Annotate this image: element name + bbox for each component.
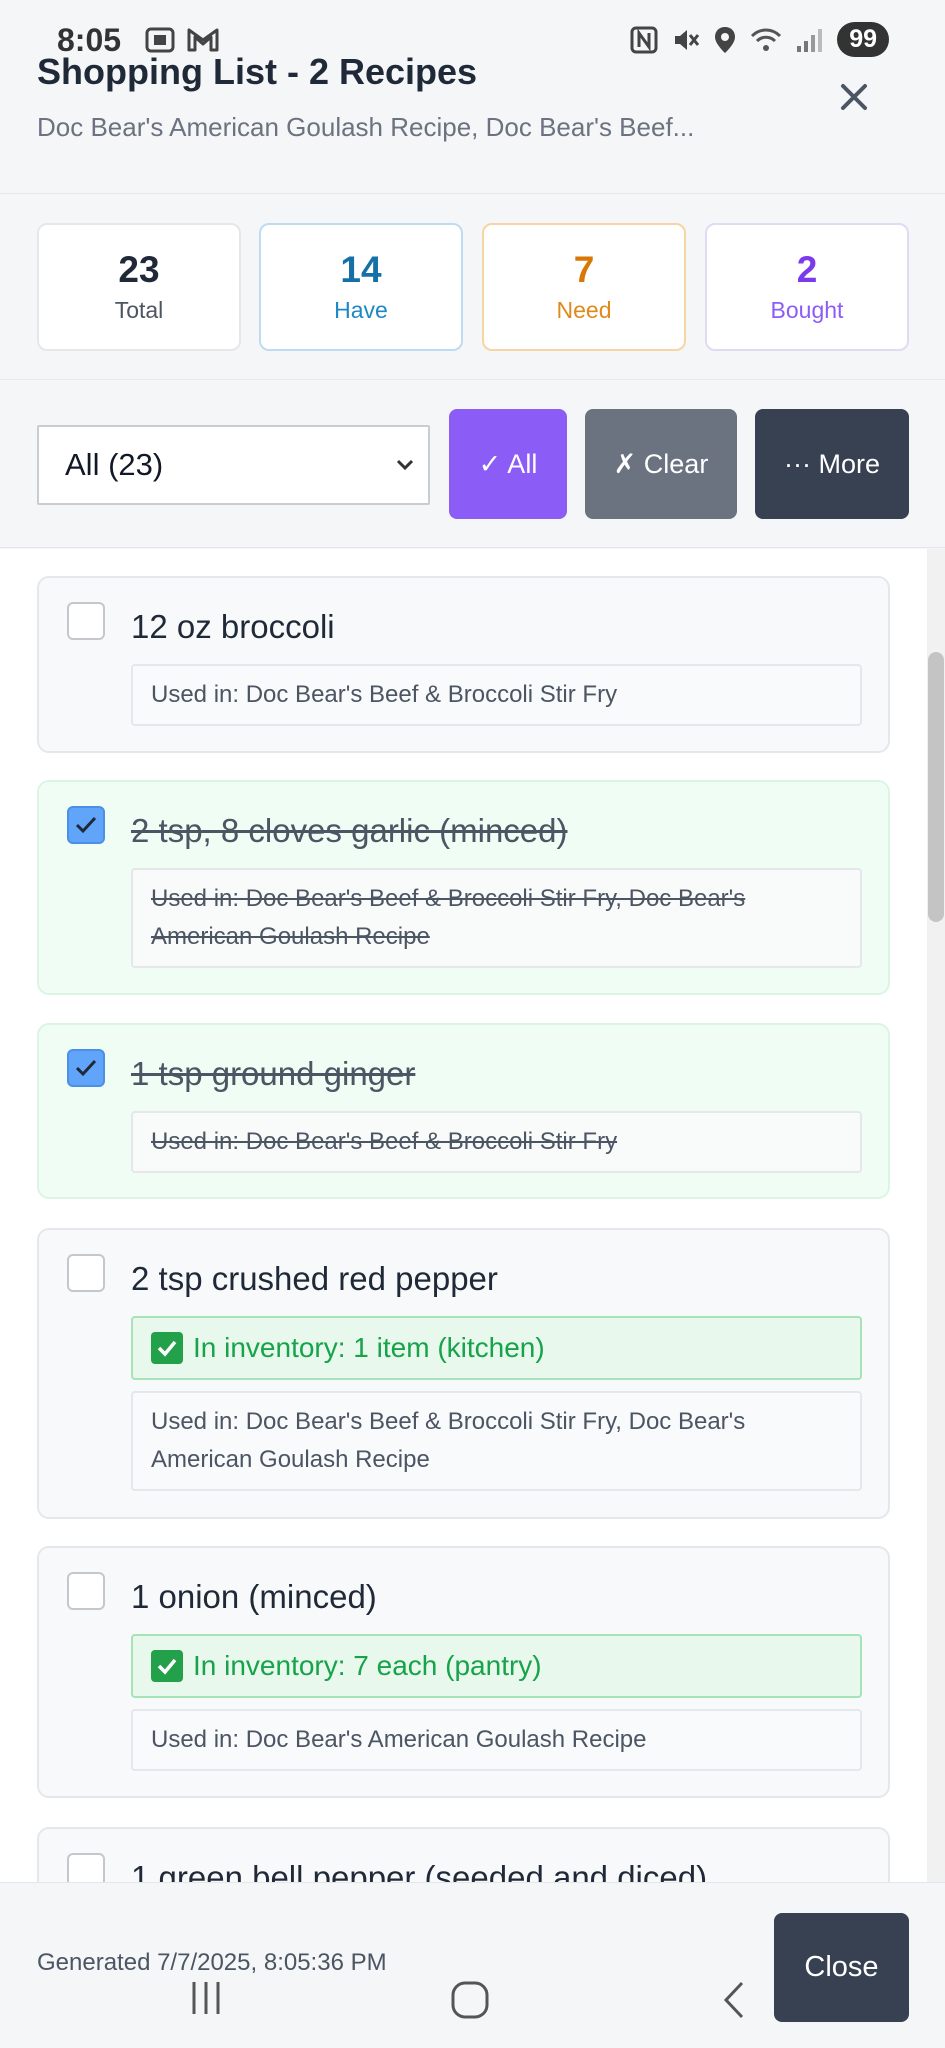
item-checkbox[interactable] — [67, 1853, 105, 1882]
filter-select[interactable]: All (23) — [37, 425, 430, 505]
item-checkbox[interactable] — [67, 1572, 105, 1610]
scrollbar-track[interactable] — [927, 549, 945, 1882]
item-used-in: Used in: Doc Bear's Beef & Broccoli Stir… — [131, 664, 862, 726]
stat-have-label: Have — [334, 297, 388, 323]
check-mark-icon — [151, 1332, 183, 1364]
item-name: 2 tsp crushed red pepper — [131, 1260, 498, 1297]
item-name: 1 green bell pepper (seeded and diced) — [131, 1859, 708, 1882]
stat-need: 7 Need — [482, 223, 686, 351]
list-item: 12 oz broccoli Used in: Doc Bear's Beef … — [37, 576, 890, 753]
shopping-list[interactable]: 12 oz broccoli Used in: Doc Bear's Beef … — [0, 549, 945, 1882]
stats-panel: 23 Total 14 Have 7 Need 2 Bought — [0, 195, 945, 380]
stat-need-value: 7 — [573, 249, 595, 290]
checkmark-icon — [75, 816, 97, 834]
item-name: 2 tsp, 8 cloves garlic (minced) — [131, 812, 568, 849]
item-name: 12 oz broccoli — [131, 608, 335, 645]
check-all-button[interactable]: ✓ All — [449, 409, 567, 519]
item-inventory-text: In inventory: 1 item (kitchen) — [193, 1332, 545, 1363]
checkmark-icon — [75, 1059, 97, 1077]
list-item: 1 onion (minced) In inventory: 7 each (p… — [37, 1546, 890, 1798]
stat-bought-label: Bought — [770, 297, 844, 323]
item-used-in: Used in: Doc Bear's American Goulash Rec… — [131, 1709, 862, 1771]
scrollbar-thumb[interactable] — [928, 652, 944, 922]
item-name: 1 onion (minced) — [131, 1578, 377, 1615]
list-item: 2 tsp crushed red pepper In inventory: 1… — [37, 1228, 890, 1519]
item-inventory-text: In inventory: 7 each (pantry) — [193, 1650, 542, 1681]
list-item: 1 tsp ground ginger Used in: Doc Bear's … — [37, 1023, 890, 1199]
item-checkbox[interactable] — [67, 1049, 105, 1087]
filter-select-value: All (23) — [65, 447, 164, 482]
item-used-in: Used in: Doc Bear's Beef & Broccoli Stir… — [131, 1391, 862, 1491]
modal-footer: Generated 7/7/2025, 8:05:36 PM Close — [0, 1882, 945, 2048]
stat-have: 14 Have — [259, 223, 463, 351]
clear-button[interactable]: ✗ Clear — [585, 409, 737, 519]
list-item: 2 tsp, 8 cloves garlic (minced) Used in:… — [37, 780, 890, 995]
modal-header: Shopping List - 2 Recipes Doc Bear's Ame… — [0, 0, 945, 194]
list-item: 1 green bell pepper (seeded and diced) — [37, 1827, 890, 1882]
page-title: Shopping List - 2 Recipes — [37, 51, 478, 92]
generated-timestamp: Generated 7/7/2025, 8:05:36 PM — [37, 1949, 387, 1976]
filter-toolbar: All (23) ✓ All ✗ Clear ··· More — [0, 381, 945, 548]
stat-total-value: 23 — [118, 249, 160, 290]
item-checkbox[interactable] — [67, 602, 105, 640]
stat-total: 23 Total — [37, 223, 241, 351]
stat-bought: 2 Bought — [705, 223, 909, 351]
item-inventory-status: In inventory: 7 each (pantry) — [131, 1634, 862, 1698]
item-checkbox[interactable] — [67, 806, 105, 844]
chevron-down-icon — [396, 459, 414, 471]
close-icon[interactable] — [832, 75, 876, 119]
item-used-in: Used in: Doc Bear's Beef & Broccoli Stir… — [131, 868, 862, 968]
stat-need-label: Need — [556, 297, 612, 323]
item-checkbox[interactable] — [67, 1254, 105, 1292]
check-mark-icon — [151, 1650, 183, 1682]
close-button[interactable]: Close — [774, 1913, 909, 2022]
item-used-in: Used in: Doc Bear's Beef & Broccoli Stir… — [131, 1111, 862, 1173]
stat-total-label: Total — [114, 297, 164, 323]
item-name: 1 tsp ground ginger — [131, 1055, 416, 1092]
stat-have-value: 14 — [340, 249, 382, 290]
page-subtitle: Doc Bear's American Goulash Recipe, Doc … — [37, 112, 695, 142]
item-inventory-status: In inventory: 1 item (kitchen) — [131, 1316, 862, 1380]
stat-bought-value: 2 — [796, 249, 818, 290]
more-button[interactable]: ··· More — [755, 409, 909, 519]
